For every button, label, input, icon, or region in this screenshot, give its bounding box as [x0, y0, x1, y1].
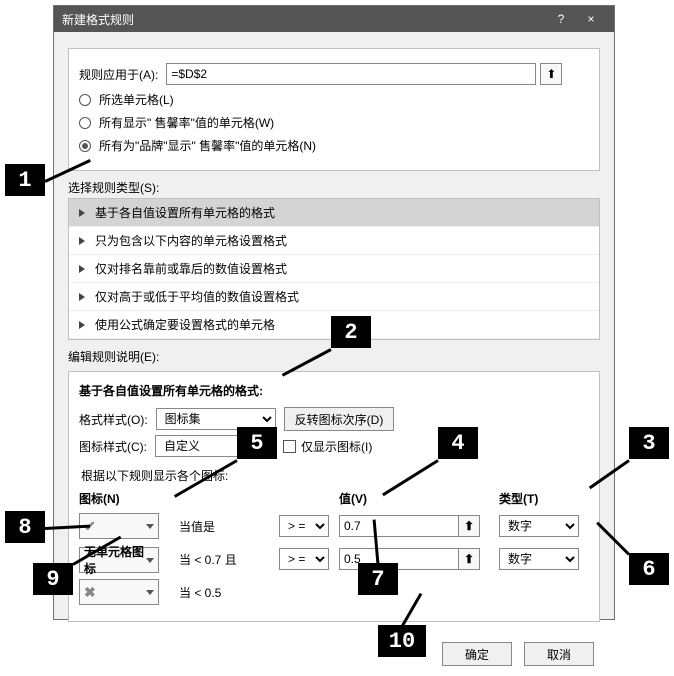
op-select-2[interactable]: > = [279, 548, 329, 570]
cancel-button[interactable]: 取消 [524, 642, 594, 666]
rule-type-label: 选择规则类型(S): [68, 179, 600, 196]
chevron-down-icon [146, 524, 154, 529]
scope-option-selected[interactable]: 所选单元格(L) [79, 91, 589, 108]
range-picker-button[interactable]: ⬆ [540, 63, 562, 85]
rule-type-item[interactable]: 仅对排名靠前或靠后的数值设置格式 [69, 255, 599, 283]
edit-rule-label: 编辑规则说明(E): [68, 348, 600, 365]
chevron-down-icon [146, 590, 154, 595]
rule-type-text: 仅对排名靠前或靠后的数值设置格式 [95, 260, 287, 277]
icon-select-2[interactable]: 无单元格图标 [79, 547, 159, 573]
ok-button[interactable]: 确定 [442, 642, 512, 666]
show-icon-only-label: 仅显示图标(I) [301, 438, 372, 455]
icon-style-label: 图标样式(C): [79, 438, 147, 455]
icon-select-3[interactable]: ✖ [79, 579, 159, 605]
value-input-1[interactable] [339, 515, 459, 537]
type-select-2[interactable]: 数字 [499, 548, 579, 570]
radio-icon [79, 117, 91, 129]
cross-icon: ✖ [84, 584, 96, 601]
when-text-3: 当 < 0.5 [179, 584, 279, 601]
header-type: 类型(T) [499, 490, 589, 507]
radio-icon [79, 140, 91, 152]
rule-type-item[interactable]: 基于各自值设置所有单元格的格式 [69, 199, 599, 227]
scope-option-all-values[interactable]: 所有显示" 售馨率"值的单元格(W) [79, 114, 589, 131]
close-button[interactable]: × [576, 12, 606, 26]
chevron-down-icon [146, 558, 154, 563]
scope-option-label: 所有为"品牌"显示" 售馨率"值的单元格(N) [99, 137, 316, 154]
window-title: 新建格式规则 [62, 11, 546, 28]
rule-type-text: 使用公式确定要设置格式的单元格 [95, 316, 275, 333]
apply-to-input[interactable] [166, 63, 536, 85]
scope-option-all-with-brand[interactable]: 所有为"品牌"显示" 售馨率"值的单元格(N) [79, 137, 589, 154]
show-icon-only-checkbox[interactable] [283, 440, 296, 453]
no-cell-icon-label: 无单元格图标 [84, 543, 146, 577]
edit-legend: 基于各自值设置所有单元格的格式: [79, 382, 589, 399]
apply-to-label: 规则应用于(A): [79, 66, 158, 83]
rule-type-list[interactable]: 基于各自值设置所有单元格的格式 只为包含以下内容的单元格设置格式 仅对排名靠前或… [68, 198, 600, 340]
check-icon: ✔ [84, 518, 96, 535]
icon-style-select[interactable]: 自定义 [155, 435, 275, 457]
op-select-1[interactable]: > = [279, 515, 329, 537]
rule-type-item[interactable]: 仅对高于或低于平均值的数值设置格式 [69, 283, 599, 311]
radio-icon [79, 94, 91, 106]
help-button[interactable]: ? [546, 12, 576, 26]
rule-type-text: 只为包含以下内容的单元格设置格式 [95, 232, 287, 249]
scope-option-label: 所有显示" 售馨率"值的单元格(W) [99, 114, 274, 131]
scope-option-label: 所选单元格(L) [99, 91, 174, 108]
rules-note: 根据以下规则显示各个图标: [81, 467, 589, 484]
triangle-icon [79, 265, 85, 273]
callout-1: 1 [5, 164, 45, 196]
when-text-1: 当值是 [179, 518, 279, 535]
rule-type-item[interactable]: 只为包含以下内容的单元格设置格式 [69, 227, 599, 255]
callout-3: 3 [629, 427, 669, 459]
type-select-1[interactable]: 数字 [499, 515, 579, 537]
rule-type-item[interactable]: 使用公式确定要设置格式的单元格 [69, 311, 599, 339]
when-text-2: 当 < 0.7 且 [179, 551, 279, 568]
header-value: 值(V) [339, 490, 499, 507]
rule-type-text: 基于各自值设置所有单元格的格式 [95, 204, 275, 221]
triangle-icon [79, 293, 85, 301]
icon-select-1[interactable]: ✔ [79, 513, 159, 539]
callout-6: 6 [629, 553, 669, 585]
rule-type-text: 仅对高于或低于平均值的数值设置格式 [95, 288, 299, 305]
format-style-label: 格式样式(O): [79, 411, 148, 428]
triangle-icon [79, 321, 85, 329]
callout-8: 8 [5, 511, 45, 543]
triangle-icon [79, 209, 85, 217]
format-style-select[interactable]: 图标集 [156, 408, 276, 430]
range-picker-button[interactable]: ⬆ [458, 548, 480, 570]
triangle-icon [79, 237, 85, 245]
value-input-2[interactable] [339, 548, 459, 570]
reverse-icons-button[interactable]: 反转图标次序(D) [284, 407, 395, 431]
up-arrow-icon: ⬆ [546, 67, 556, 81]
header-icon: 图标(N) [79, 490, 179, 507]
range-picker-button[interactable]: ⬆ [458, 515, 480, 537]
